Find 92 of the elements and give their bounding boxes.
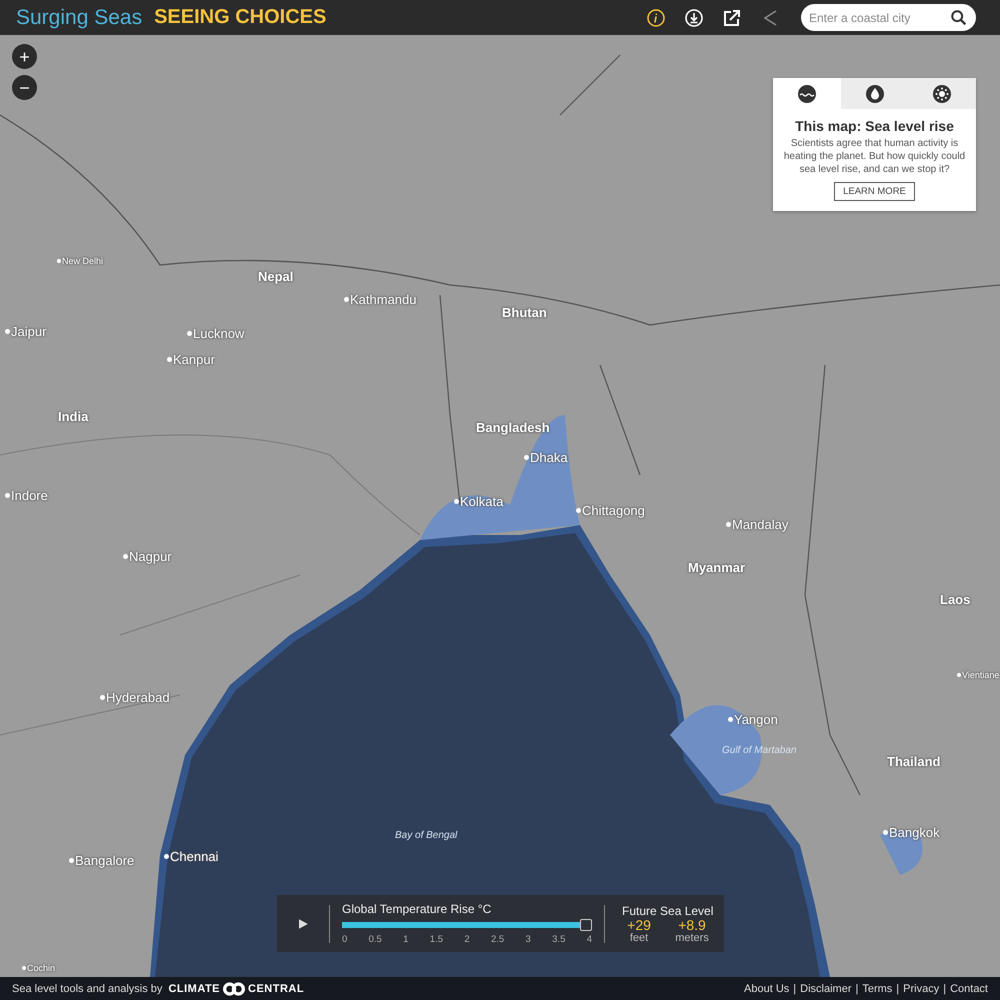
- city-dot: [344, 297, 349, 302]
- city-dot: [576, 508, 581, 513]
- country-label: Bhutan: [502, 305, 547, 320]
- tick-label: 0.5: [368, 934, 382, 945]
- city-label: Yangon: [734, 712, 778, 727]
- meters-value: +8.9: [678, 918, 706, 932]
- city-label: Jaipur: [11, 324, 46, 339]
- city-label: Kathmandu: [350, 292, 416, 307]
- city-dot: [524, 455, 529, 460]
- city-label: Lucknow: [193, 326, 244, 341]
- city-dot: [57, 259, 61, 263]
- download-button[interactable]: [683, 6, 705, 28]
- wave-icon: [796, 84, 817, 104]
- city-dot: [5, 329, 10, 334]
- tick-label: 0: [342, 934, 348, 945]
- city-dot: [5, 493, 10, 498]
- result-title: Future Sea Level: [622, 904, 714, 918]
- footer-link[interactable]: Terms: [862, 982, 892, 994]
- water-drop-icon: [864, 84, 884, 104]
- footer-link[interactable]: Privacy: [903, 982, 940, 994]
- info-icon: [646, 8, 666, 28]
- separator: |: [943, 982, 946, 994]
- city-dot: [454, 499, 459, 504]
- city-dot: [69, 858, 74, 863]
- feet-unit: feet: [630, 932, 648, 944]
- city-dot: [957, 673, 961, 677]
- footer-link[interactable]: About Us: [744, 982, 790, 994]
- footer-link[interactable]: Contact: [950, 982, 988, 994]
- water-label: Gulf of Martaban: [722, 745, 796, 756]
- layer-tab[interactable]: [840, 78, 908, 109]
- city-dot: [167, 357, 172, 362]
- brand-title: Surging Seas: [16, 6, 142, 30]
- feet-value: +29: [627, 918, 651, 932]
- search-icon: [950, 9, 968, 27]
- meters-unit: meters: [675, 932, 709, 944]
- city-dot: [187, 331, 192, 336]
- country-label: Bangladesh: [476, 420, 550, 435]
- city-label: Chittagong: [582, 503, 645, 518]
- water-label: Bay of Bengal: [395, 830, 458, 841]
- country-label: Thailand: [887, 754, 940, 769]
- temperature-slider[interactable]: [342, 919, 592, 931]
- city-label: Chennai: [170, 849, 218, 864]
- country-label: India: [58, 409, 88, 424]
- slider-thumb[interactable]: [580, 919, 592, 931]
- city-label: Hyderabad: [106, 690, 170, 705]
- external-link-icon: [722, 8, 742, 28]
- separator: |: [896, 982, 900, 994]
- city-label: Indore: [11, 488, 48, 503]
- learn-more-button[interactable]: LEARN MORE: [834, 182, 915, 201]
- sun-icon: [932, 84, 952, 104]
- info-button[interactable]: [645, 6, 667, 28]
- layer-tab[interactable]: [908, 78, 976, 109]
- tick-label: 3: [526, 934, 531, 945]
- footer-link[interactable]: Disclaimer: [800, 982, 852, 994]
- city-label: Cochin: [27, 963, 56, 973]
- city-label: Vientiane: [962, 670, 1000, 680]
- city-label: Kolkata: [460, 494, 504, 509]
- layer-tab[interactable]: [773, 78, 841, 109]
- logo-text: CENTRAL: [248, 982, 304, 994]
- city-dot: [100, 695, 105, 700]
- country-label: Nepal: [258, 269, 294, 284]
- city-label: New Delhi: [62, 256, 104, 266]
- brand-subtitle: SEEING CHOICES: [154, 6, 326, 29]
- separator: |: [855, 982, 858, 994]
- city-dot: [726, 522, 731, 527]
- tick-label: 2: [464, 934, 470, 945]
- tick-label: 2.5: [490, 934, 504, 945]
- city-dot: [883, 830, 888, 835]
- city-label: Bangkok: [889, 825, 940, 840]
- city-label: Mandalay: [732, 517, 788, 532]
- city-label: Dhaka: [530, 450, 568, 465]
- credit-text: Sea level tools and analysis by: [12, 982, 162, 994]
- city-dot: [123, 554, 128, 559]
- panel-title: This map: Sea level rise: [795, 118, 954, 134]
- city-label: Nagpur: [129, 549, 172, 564]
- tick-label: 1: [403, 934, 408, 945]
- tick-label: 4: [586, 934, 592, 945]
- search-field[interactable]: Enter a coastal city: [801, 4, 976, 31]
- country-label: Laos: [940, 592, 970, 607]
- download-icon: [684, 8, 704, 28]
- logo-text: CLIMATE: [168, 982, 220, 994]
- slider-title: Global Temperature Rise °C: [342, 902, 492, 916]
- tick-label: 3.5: [552, 934, 566, 945]
- country-label: Myanmar: [688, 560, 746, 575]
- tick-label: 1.5: [430, 934, 444, 945]
- city-dot: [164, 854, 169, 859]
- panel-description: Scientists agree that human activity is heating the planet. But how quickly could sea level rise, and can we stop it?: [782, 137, 966, 176]
- separator: |: [793, 982, 796, 994]
- city-label: Bangalore: [75, 853, 134, 868]
- city-label: Kanpur: [173, 352, 215, 367]
- city-dot: [728, 717, 733, 722]
- city-dot: [22, 966, 26, 970]
